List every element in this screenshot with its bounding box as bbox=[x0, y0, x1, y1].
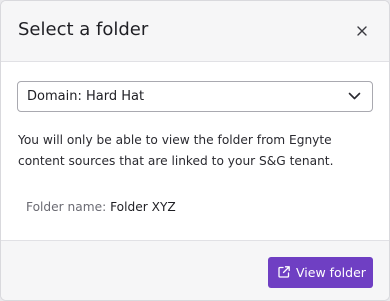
folder-name-label: Folder name: bbox=[26, 200, 107, 214]
dialog-footer: View folder bbox=[1, 240, 389, 300]
close-button[interactable] bbox=[355, 24, 369, 38]
folder-select-value: Domain: Hard Hat bbox=[27, 89, 145, 104]
view-folder-button[interactable]: View folder bbox=[268, 257, 373, 288]
select-folder-dialog: Select a folder Domain: Hard Hat You wil… bbox=[0, 0, 390, 301]
info-line-1: You will only be able to view the folder… bbox=[18, 133, 332, 147]
folder-name-value: Folder XYZ bbox=[110, 200, 176, 214]
view-folder-label: View folder bbox=[296, 265, 366, 280]
dialog-header: Select a folder bbox=[1, 1, 389, 62]
dialog-title: Select a folder bbox=[18, 19, 149, 40]
dialog-body: Domain: Hard Hat You will only be able t… bbox=[1, 62, 389, 240]
folder-name-row: Folder name: Folder XYZ bbox=[26, 199, 176, 215]
close-icon bbox=[355, 24, 369, 38]
folder-select[interactable]: Domain: Hard Hat bbox=[17, 81, 373, 112]
external-link-icon bbox=[277, 265, 291, 279]
info-line-2: content sources that are linked to your … bbox=[18, 154, 334, 168]
info-text: You will only be able to view the folder… bbox=[18, 130, 378, 172]
chevron-down-icon bbox=[348, 92, 361, 101]
